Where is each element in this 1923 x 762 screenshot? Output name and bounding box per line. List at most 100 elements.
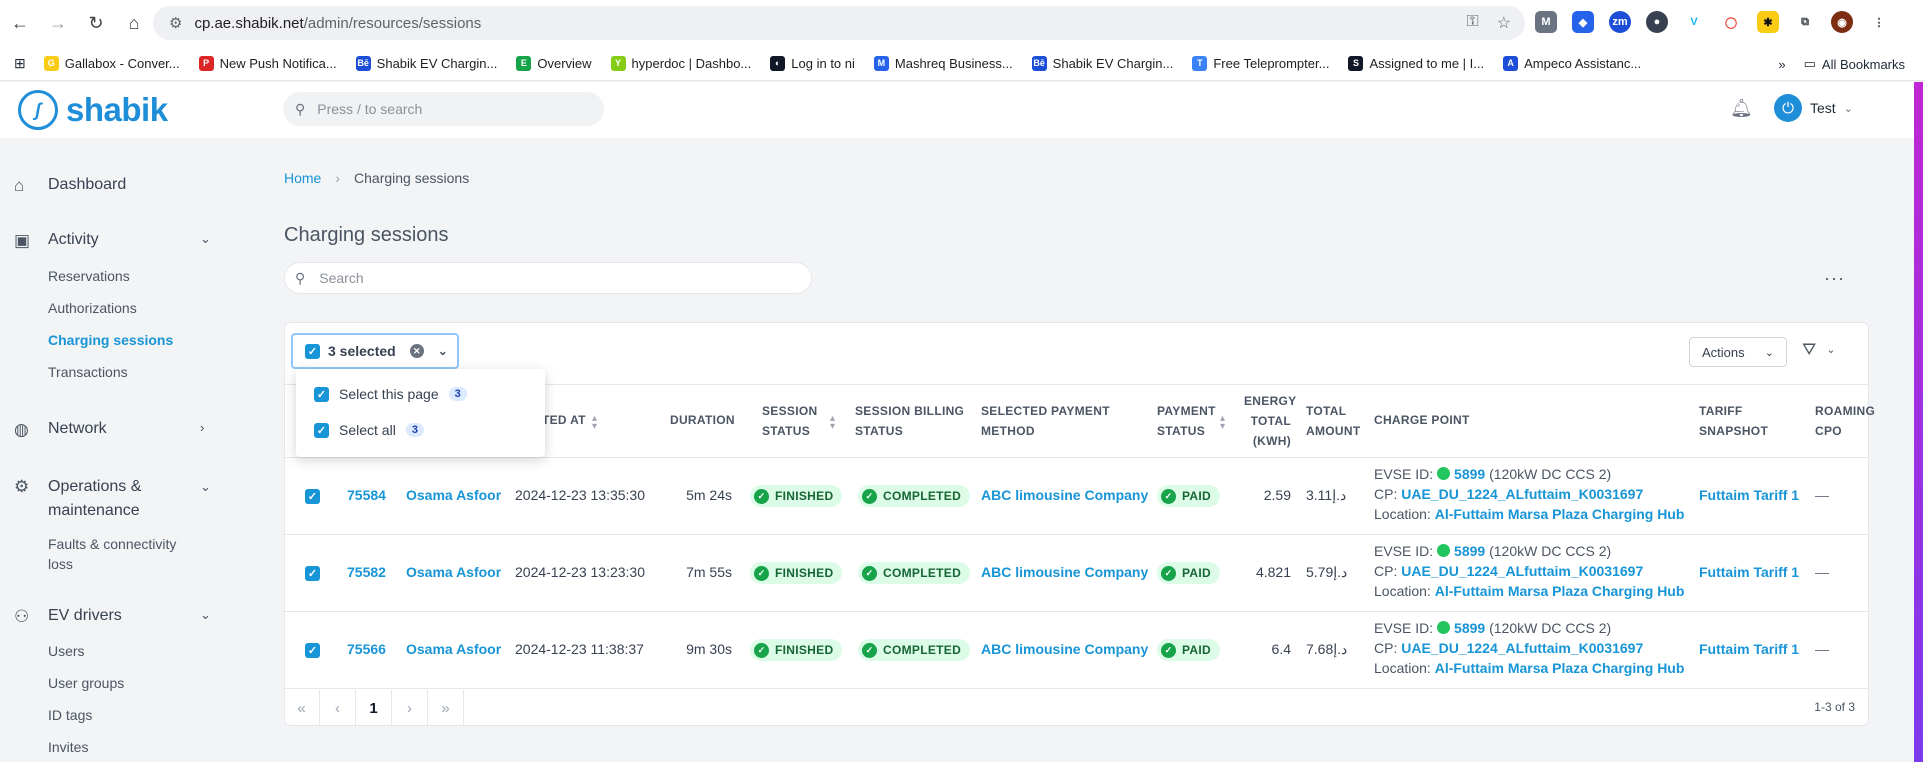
sort-icon[interactable]: ▴ ▾	[830, 414, 835, 432]
table-row[interactable]: ✓ 75584 Osama Asfoor 2024-12-23 13:35:30 5m …	[284, 458, 1869, 535]
sidebar-item-network[interactable]: ◍ Network ›	[0, 420, 240, 440]
prev-page-button[interactable]: ‹	[320, 690, 356, 726]
sidebar-item-transactions[interactable]: Transactions	[0, 364, 128, 380]
checkbox-checked-icon[interactable]: ✓	[305, 566, 320, 581]
shabik-logo[interactable]: ʃ shabik	[18, 90, 168, 130]
sessions-search-input[interactable]: ⚲ Search	[284, 262, 812, 294]
bookmark-item[interactable]: T Free Teleprompter...	[1192, 56, 1329, 71]
evse-id-link[interactable]: 5899	[1454, 543, 1485, 559]
zoom-extension-icon[interactable]: zm	[1609, 11, 1631, 33]
tariff-link[interactable]: Futtaim Tariff 1	[1699, 564, 1799, 580]
profile-avatar-icon[interactable]: ◉	[1831, 11, 1853, 33]
sidebar-item-id-tags[interactable]: ID tags	[0, 707, 92, 723]
sidebar-item-invites[interactable]: Invites	[0, 739, 88, 755]
col-payment-status[interactable]: PAYMENT STATUS	[1157, 401, 1216, 441]
sidebar-item-faults[interactable]: Faults & connectivity loss	[0, 534, 176, 574]
checkbox-checked-icon[interactable]: ✓	[314, 386, 329, 402]
sidebar-item-user-groups[interactable]: User groups	[0, 675, 124, 691]
checkbox-checked-icon[interactable]: ✓	[305, 643, 320, 658]
col-started-at[interactable]: TED AT	[542, 410, 586, 430]
payment-method-link[interactable]: ABC limousine Company	[981, 641, 1148, 657]
more-options-icon[interactable]: ···	[1824, 268, 1845, 289]
sort-icon[interactable]: ▴ ▾	[1220, 414, 1225, 432]
vimeo-extension-icon[interactable]: V	[1683, 11, 1705, 33]
table-row[interactable]: ✓ 75582 Osama Asfoor 2024-12-23 13:23:30 7m …	[284, 535, 1869, 612]
charge-point-link[interactable]: UAE_DU_1224_ALfuttaim_K0031697	[1401, 640, 1643, 656]
user-link[interactable]: Osama Asfoor	[406, 487, 501, 503]
site-info-icon[interactable]: ⚙	[169, 14, 182, 32]
session-id-link[interactable]: 75582	[347, 564, 386, 580]
bookmark-star-icon[interactable]: ☆	[1497, 13, 1511, 33]
sparkle-extension-icon[interactable]: ✱	[1757, 11, 1779, 33]
key-icon[interactable]: ⚿	[1466, 13, 1478, 33]
col-session-status[interactable]: SESSION STATUS	[762, 401, 817, 441]
forward-icon[interactable]: →	[40, 6, 76, 42]
back-icon[interactable]: ←	[2, 6, 38, 42]
home-icon[interactable]: ⌂	[116, 6, 152, 42]
bookmark-item[interactable]: Yhyperdoc | Dashbo...	[610, 56, 751, 71]
table-row[interactable]: ✓ 75566 Osama Asfoor 2024-12-23 11:38:37 9m …	[284, 612, 1869, 689]
bookmark-item[interactable]: S Assigned to me | I...	[1348, 56, 1484, 71]
col-roaming-cpo[interactable]: ROAMING CPO	[1815, 401, 1875, 441]
bookmarks-overflow-icon[interactable]: »	[1778, 57, 1785, 72]
sidebar-item-ev-drivers[interactable]: ⚇ EV drivers ⌄	[0, 607, 240, 627]
evse-id-link[interactable]: 5899	[1454, 620, 1485, 636]
clear-selection-icon[interactable]: ✕	[409, 344, 424, 358]
location-link[interactable]: Al-Futtaim Marsa Plaza Charging Hub	[1435, 506, 1685, 522]
actions-dropdown[interactable]: Actions ⌄	[1689, 337, 1787, 367]
user-link[interactable]: Osama Asfoor	[406, 564, 501, 580]
sidebar-item-users[interactable]: Users	[0, 643, 85, 659]
bookmark-item[interactable]: P New Push Notifica...	[198, 56, 337, 71]
sidebar-item-activity[interactable]: ▣ Activity ⌄	[0, 231, 240, 251]
bookmark-item[interactable]: Bē Shabik EV Chargin...	[355, 56, 497, 71]
global-search-input[interactable]: ⚲ Press / to search	[283, 92, 604, 126]
apps-grid-icon[interactable]: ⊞	[14, 55, 26, 72]
browser-menu-icon[interactable]: ⋮	[1868, 11, 1890, 33]
col-energy[interactable]: ENERGY TOTAL (KWH)	[1244, 391, 1296, 451]
checkbox-checked-icon[interactable]: ✓	[305, 489, 320, 504]
notification-bell-icon[interactable]: 🔔︎	[1730, 98, 1753, 119]
reload-icon[interactable]: ↻	[78, 6, 114, 42]
tariff-link[interactable]: Futtaim Tariff 1	[1699, 641, 1799, 657]
charge-point-link[interactable]: UAE_DU_1224_ALfuttaim_K0031697	[1401, 486, 1643, 502]
selection-chip[interactable]: ✓ 3 selected ✕ ⌄	[291, 333, 459, 369]
bookmark-item[interactable]: A Ampeco Assistanc...	[1503, 56, 1641, 71]
col-billing-status[interactable]: SESSION BILLING STATUS	[855, 401, 964, 441]
bookmark-item[interactable]: Bē Shabik EV Chargin...	[1031, 56, 1173, 71]
first-page-button[interactable]: «	[284, 690, 320, 726]
bookmark-item[interactable]: E Overview	[516, 56, 592, 71]
tariff-link[interactable]: Futtaim Tariff 1	[1699, 487, 1799, 503]
payment-method-link[interactable]: ABC limousine Company	[981, 487, 1148, 503]
select-this-page-option[interactable]: ✓ Select this page 3	[314, 386, 467, 402]
sort-icon[interactable]: ▴ ▾	[592, 414, 597, 432]
sidebar-item-operations[interactable]: ⚙ Operations & maintenance ⌄	[0, 475, 240, 523]
location-link[interactable]: Al-Futtaim Marsa Plaza Charging Hub	[1435, 583, 1685, 599]
next-page-button[interactable]: ›	[392, 690, 428, 726]
gmail-extension-icon[interactable]: M	[1535, 11, 1557, 33]
breadcrumb-home[interactable]: Home	[284, 170, 321, 186]
sidebar-item-reservations[interactable]: Reservations	[0, 268, 130, 284]
bookmark-item[interactable]: ◐ Log in to ni	[770, 56, 855, 71]
filter-button[interactable]: ⛛ ⌄	[1802, 340, 1836, 360]
tag-extension-icon[interactable]: ◆	[1572, 11, 1594, 33]
chevron-down-icon[interactable]: ⌄	[438, 344, 448, 358]
col-tariff-snapshot[interactable]: TARIFF SNAPSHOT	[1699, 401, 1768, 441]
charge-point-link[interactable]: UAE_DU_1224_ALfuttaim_K0031697	[1401, 563, 1643, 579]
sidebar-item-authorizations[interactable]: Authorizations	[0, 300, 137, 316]
checkbox-checked-icon[interactable]: ✓	[314, 422, 329, 438]
user-menu[interactable]: ⏻ Test ⌄	[1774, 94, 1853, 122]
evse-id-link[interactable]: 5899	[1454, 466, 1485, 482]
col-duration[interactable]: DURATION	[670, 410, 735, 430]
page-1-button[interactable]: 1	[356, 690, 392, 726]
puzzle-extension-icon[interactable]: ⧉	[1794, 11, 1816, 33]
all-bookmarks[interactable]: ▭ All Bookmarks	[1804, 56, 1905, 72]
checkbox-checked-icon[interactable]: ✓	[305, 343, 320, 359]
location-link[interactable]: Al-Futtaim Marsa Plaza Charging Hub	[1435, 660, 1685, 676]
address-bar[interactable]: ⚙ cp.ae.shabik.net /admin/resources/sess…	[153, 6, 1525, 40]
github-extension-icon[interactable]: ●	[1646, 11, 1668, 33]
col-payment-method[interactable]: SELECTED PAYMENT METHOD	[981, 401, 1110, 441]
last-page-button[interactable]: »	[428, 690, 464, 726]
payment-method-link[interactable]: ABC limousine Company	[981, 564, 1148, 580]
user-link[interactable]: Osama Asfoor	[406, 641, 501, 657]
col-charge-point[interactable]: CHARGE POINT	[1374, 410, 1470, 430]
